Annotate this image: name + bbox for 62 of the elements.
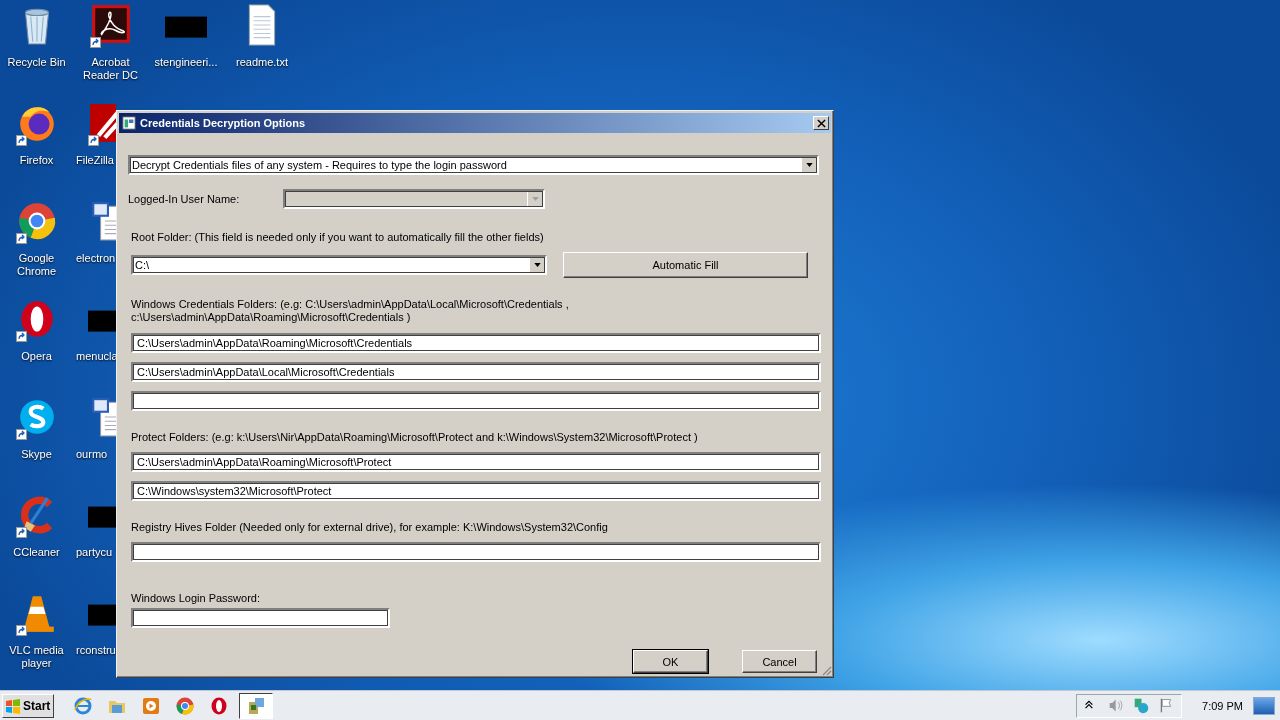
clock[interactable]: 7:09 PM	[1202, 699, 1243, 712]
browser-icon	[209, 695, 229, 716]
icon-label[interactable]: readme.txt	[236, 56, 288, 69]
close-button[interactable]	[813, 116, 829, 130]
app-logo-icon[interactable]	[89, 4, 132, 46]
field-label: Windows Login Password:	[131, 592, 261, 604]
shortcut-arrow-icon	[15, 625, 27, 636]
mode-dropdown[interactable]: Decrypt Credentials files of any system - Requires to type the login password	[128, 155, 819, 175]
icon-label[interactable]: VLC media player	[0, 644, 73, 670]
icon-label[interactable]: ourmo	[76, 448, 108, 461]
dropdown-button[interactable]	[801, 157, 817, 173]
icon-label[interactable]: electron	[76, 252, 116, 265]
app-icon	[246, 695, 266, 716]
shortcut-arrow-icon	[15, 233, 27, 244]
show-desktop-button[interactable]	[1253, 696, 1275, 715]
icon-label[interactable]: Recycle Bin	[7, 56, 66, 69]
icon-label[interactable]: partycu	[76, 546, 113, 559]
shortcut-arrow-icon	[15, 429, 27, 440]
taskbar-button[interactable]	[239, 692, 273, 719]
window-title: Credentials Decryption Options	[140, 117, 307, 129]
icon-label[interactable]: Skype	[21, 448, 52, 461]
dialog-button[interactable]: OK	[633, 650, 708, 673]
icon-label[interactable]: rconstru	[76, 644, 116, 657]
password-field[interactable]	[131, 608, 390, 628]
automatic-fill-button[interactable]: Automatic Fill	[563, 252, 808, 278]
input-field[interactable]: C:\Users\admin\AppData\Roaming\Microsoft\Protect	[131, 452, 821, 472]
input-field[interactable]: C:\Users\admin\AppData\Roaming\Microsoft\Credentials	[131, 333, 821, 353]
input-field[interactable]	[131, 542, 821, 562]
icon-label[interactable]: FileZilla	[76, 154, 114, 167]
input-field[interactable]: C:\Users\admin\AppData\Local\Microsoft\Credentials	[131, 362, 821, 382]
shortcut-arrow-icon	[89, 37, 101, 48]
field-label: Windows Credentials Folders: (e.g: C:\Users\admin\AppData\Local\Microsoft\Credentials , c:\Users\admin\AppData\Roaming\Microsoft\Credentials )	[131, 298, 570, 324]
field-label: Registry Hives Folder (Needed only for external drive), for example: K:\Windows\System32\Config	[131, 521, 609, 533]
browser-icon	[175, 695, 195, 716]
resize-grip-icon[interactable]	[820, 664, 832, 676]
shortcut-arrow-icon	[15, 527, 27, 538]
caret-icon	[533, 263, 541, 267]
field-label: Protect Folders: (e.g: k:\Users\Nir\AppData\Roaming\Microsoft\Protect and k:\Windows\System32\Microsoft\Protect )	[131, 431, 699, 443]
icon-label[interactable]: Opera	[21, 350, 52, 363]
input-field[interactable]	[131, 391, 821, 411]
icon-label[interactable]: Acrobat Reader DC	[74, 56, 147, 82]
icon-label[interactable]: CCleaner	[13, 546, 60, 559]
shortcut-arrow-icon	[15, 135, 27, 146]
caret-icon	[805, 163, 813, 167]
start-button[interactable]: Start	[2, 693, 54, 718]
icon-label[interactable]: Google Chrome	[0, 252, 73, 278]
caret-icon	[531, 197, 539, 201]
media-player-icon	[141, 695, 161, 716]
shortcut-arrow-icon	[15, 331, 27, 342]
input-field[interactable]: C:\Windows\system32\Microsoft\Protect	[131, 481, 821, 501]
field-label: Root Folder: (This field is needed only if you want to automatically fill the other fields)	[131, 231, 545, 243]
windows-flag-icon	[5, 697, 21, 714]
icon-label[interactable]: stengineeri...	[154, 56, 218, 69]
browser-icon	[73, 695, 93, 716]
app-icon	[122, 116, 136, 130]
dropdown-button[interactable]	[529, 257, 545, 273]
field-label: Logged-In User Name:	[128, 193, 241, 205]
icon-label[interactable]: Firefox	[19, 154, 54, 167]
root-folder-dropdown[interactable]: C:\	[131, 255, 547, 275]
close-icon	[816, 118, 826, 128]
dialog-button[interactable]: Cancel	[742, 650, 817, 673]
shortcut-arrow-icon	[88, 135, 99, 146]
